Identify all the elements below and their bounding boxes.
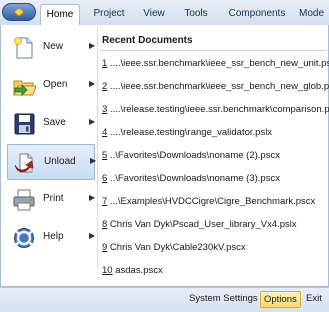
options-button[interactable]: Options [260,291,301,308]
menu-item-print[interactable]: Print ▶ [7,182,95,218]
recent-documents-panel: Recent Documents 1 ....\ieee.ssr.benchma… [99,28,329,276]
application-menu: New ▶ Open ▶ Save ▶ Unload ▶ Print ▶ Hel… [0,25,329,287]
menu-item-new[interactable]: New ▶ [7,30,95,66]
recent-document-path: ....\release.testing\range_validator.psl… [107,127,273,138]
recent-document-path: ....\release.testing\ieee.ssr.benchmark\… [107,104,329,115]
menu-item-label: Print [43,193,64,204]
menu-command-list: New ▶ Open ▶ Save ▶ Unload ▶ Print ▶ Hel… [4,28,98,268]
menu-item-label: Unload [44,156,76,167]
recent-documents-divider [100,50,326,51]
recent-document-path: Chris Van Dyk\Cable230kV.pscx [107,242,246,253]
app-logo-icon [13,7,25,17]
recent-document-path: ..\Favorites\Downloads\noname (3).pscx [107,173,280,184]
application-menu-button[interactable] [2,3,36,21]
menu-item-save[interactable]: Save ▶ [7,106,95,142]
new-document-icon [14,37,33,59]
help-icon [14,228,34,248]
submenu-arrow-icon: ▶ [89,117,96,126]
recent-documents-title: Recent Documents [102,35,193,46]
recent-document-item[interactable]: 5 ..\Favorites\Downloads\noname (2).pscx [102,150,280,161]
recent-document-path: ....\ieee.ssr.benchmark\ieee_ssr_bench_n… [107,81,329,92]
menu-item-unload[interactable]: Unload ▶ [7,144,97,180]
recent-document-item[interactable]: 8 Chris Van Dyk\Pscad_User_library_Vx4.p… [102,219,297,230]
tab-project[interactable]: Project [86,4,132,25]
recent-document-item[interactable]: 10 asdas.pscx [102,265,163,276]
exit-button[interactable]: Exit [303,291,329,308]
printer-icon [13,189,35,211]
submenu-arrow-icon: ▶ [89,193,96,202]
recent-document-item[interactable]: 4 ....\release.testing\range_validator.p… [102,127,272,138]
menu-item-help[interactable]: Help ▶ [7,220,95,256]
unload-icon [14,153,34,173]
recent-document-item[interactable]: 1 ....\ieee.ssr.benchmark\ieee_ssr_bench… [102,58,329,69]
system-settings-button[interactable]: System Settings [186,291,261,308]
menu-item-label: Help [43,231,64,242]
recent-document-item[interactable]: 3 ....\release.testing\ieee.ssr.benchmar… [102,104,329,115]
tab-components[interactable]: Components [222,4,292,25]
submenu-arrow-icon: ▶ [89,231,96,240]
recent-document-item[interactable]: 2 ....\ieee.ssr.benchmark\ieee_ssr_bench… [102,81,329,92]
recent-document-item[interactable]: 7 ...\Examples\HVDCCigre\Cigre_Benchmark… [102,196,315,207]
menu-item-label: Save [43,117,66,128]
submenu-arrow-icon: ▶ [89,79,96,88]
menu-item-label: New [43,41,64,52]
tab-mode[interactable]: Mode [299,4,329,25]
menu-item-open[interactable]: Open ▶ [7,68,95,104]
recent-document-item[interactable]: 9 Chris Van Dyk\Cable230kV.pscx [102,242,246,253]
submenu-arrow-icon: ▶ [89,41,96,50]
tab-home[interactable]: Home [40,4,80,25]
open-folder-icon [13,80,37,96]
recent-document-path: ....\ieee.ssr.benchmark\ieee_ssr_bench_n… [107,58,329,69]
tab-view[interactable]: View [137,4,171,25]
submenu-arrow-icon: ▶ [90,156,97,165]
recent-document-path: ..\Favorites\Downloads\noname (2).pscx [107,150,280,161]
menu-item-label: Open [43,79,68,90]
save-disk-icon [14,113,35,135]
tab-tools[interactable]: Tools [178,4,214,25]
recent-document-path: ...\Examples\HVDCCigre\Cigre_Benchmark.p… [107,196,316,207]
ribbon-tab-bar: Home Project View Tools Components Mode [0,0,329,26]
recent-document-path: asdas.pscx [112,265,163,276]
recent-document-number: 10 [102,265,113,276]
menu-footer: System Settings Options Exit [0,287,329,312]
recent-document-item[interactable]: 6 ..\Favorites\Downloads\noname (3).pscx [102,173,280,184]
recent-document-path: Chris Van Dyk\Pscad_User_library_Vx4.psl… [107,219,297,230]
